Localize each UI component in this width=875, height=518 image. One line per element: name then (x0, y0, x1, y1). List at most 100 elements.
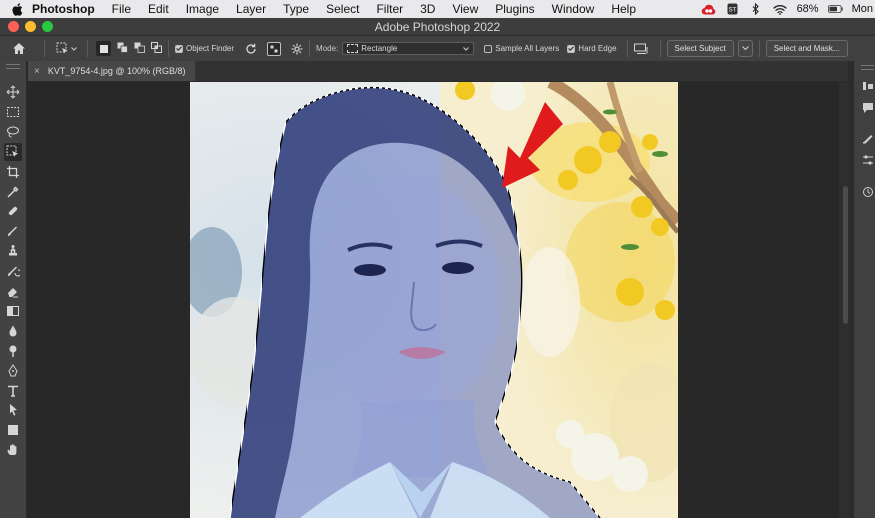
select-subject-button[interactable]: Select Subject (666, 40, 734, 57)
menu-3d[interactable]: 3D (420, 2, 435, 16)
minimize-window-button[interactable] (25, 21, 36, 32)
brush-settings-icon (862, 134, 872, 143)
hard-edge-checkbox[interactable] (567, 44, 576, 53)
object-selection-icon (6, 145, 18, 157)
menu-image[interactable]: Image (186, 2, 219, 16)
add-to-selection-button[interactable] (117, 42, 128, 55)
tool-move[interactable] (4, 83, 22, 101)
menubar-app-icon[interactable]: ST (725, 3, 740, 15)
menu-app-name[interactable]: Photoshop (32, 2, 95, 16)
battery-icon[interactable] (827, 3, 843, 15)
type-icon (8, 385, 18, 397)
refine-hair-icon (633, 43, 648, 54)
sample-all-layers-toggle[interactable]: Sample All Layers (484, 36, 559, 61)
object-finder-toggle[interactable]: Object Finder (175, 36, 234, 61)
show-all-objects-button[interactable] (267, 36, 282, 61)
sample-all-layers-checkbox[interactable] (484, 44, 493, 53)
tool-brush[interactable] (4, 222, 22, 240)
tool-preset-picker[interactable] (51, 36, 81, 61)
clone-stamp-icon (9, 245, 17, 256)
new-selection-button[interactable] (96, 41, 111, 56)
tool-healing[interactable] (4, 202, 22, 220)
battery-percent: 68% (796, 3, 819, 15)
toolbar-grip[interactable] (6, 64, 20, 69)
panel-grip[interactable] (861, 65, 874, 70)
additional-options-button[interactable] (291, 36, 303, 61)
refine-hair-button[interactable] (633, 36, 648, 61)
document-tab[interactable]: × KVT_9754-4.jpg @ 100% (RGB/8) (28, 61, 195, 81)
divider (168, 40, 169, 57)
comments-panel-button[interactable] (861, 101, 874, 114)
home-icon (13, 43, 25, 54)
menu-view[interactable]: View (452, 2, 478, 16)
tool-marquee[interactable] (4, 103, 22, 121)
wifi-icon[interactable] (773, 3, 788, 15)
object-finder-checkbox[interactable] (175, 44, 183, 53)
menu-layer[interactable]: Layer (236, 2, 266, 16)
tool-hand[interactable] (4, 441, 22, 459)
canvas-area[interactable] (27, 82, 849, 518)
adjustments-icon (862, 81, 873, 90)
creative-cloud-icon[interactable] (701, 3, 716, 15)
menubar-clock[interactable]: Mon (852, 3, 873, 15)
hard-edge-toggle[interactable]: Hard Edge (567, 36, 617, 61)
eraser-icon (8, 288, 18, 298)
mode-value: Rectangle (361, 44, 398, 53)
tool-lasso[interactable] (4, 123, 22, 141)
home-button[interactable] (0, 36, 38, 61)
scrollbar-thumb[interactable] (843, 186, 848, 324)
tool-blur[interactable] (4, 322, 22, 340)
menu-file[interactable]: File (112, 2, 131, 16)
tool-shape[interactable] (4, 421, 22, 439)
chevron-down-icon (741, 46, 749, 51)
gradient-icon (7, 305, 19, 316)
subtract-selection-icon (134, 42, 145, 53)
menu-select[interactable]: Select (326, 2, 359, 16)
document-image[interactable] (190, 82, 678, 518)
portrait-photo (190, 82, 678, 518)
tool-path-selection[interactable] (4, 401, 22, 419)
blur-icon (9, 325, 17, 337)
intersect-selection-icon (151, 42, 162, 53)
macos-menubar: Photoshop File Edit Image Layer Type Sel… (0, 0, 875, 18)
tool-eraser[interactable] (4, 282, 22, 300)
properties-panel-button[interactable] (861, 153, 874, 166)
tool-clone-stamp[interactable] (4, 242, 22, 260)
select-subject-options-button[interactable] (737, 40, 753, 57)
tool-history-brush[interactable] (4, 262, 22, 280)
menu-edit[interactable]: Edit (148, 2, 169, 16)
tool-crop[interactable] (4, 163, 22, 181)
menu-filter[interactable]: Filter (376, 2, 403, 16)
select-and-mask-button[interactable]: Select and Mask... (765, 40, 848, 57)
lasso-icon (7, 126, 19, 138)
close-window-button[interactable] (8, 21, 19, 32)
tool-type[interactable] (4, 382, 22, 400)
hand-icon (7, 444, 17, 456)
subtract-from-selection-button[interactable] (134, 42, 145, 55)
intersect-selection-button[interactable] (151, 42, 162, 55)
divider (626, 40, 628, 57)
tool-object-selection[interactable] (4, 142, 22, 161)
mode-select[interactable]: Rectangle (342, 42, 475, 55)
history-panel-button[interactable] (861, 185, 874, 198)
eyedropper-icon (7, 185, 19, 198)
menu-window[interactable]: Window (552, 2, 595, 16)
refresh-object-finder-button[interactable] (245, 36, 257, 61)
menu-plugins[interactable]: Plugins (495, 2, 534, 16)
close-tab-icon[interactable]: × (34, 66, 40, 77)
bluetooth-icon[interactable] (749, 3, 764, 15)
brush-settings-panel-button[interactable] (861, 131, 874, 144)
tool-dodge[interactable] (4, 342, 22, 360)
zoom-window-button[interactable] (42, 21, 53, 32)
mode-label: Mode: (316, 44, 339, 53)
new-selection-icon (99, 44, 108, 53)
menu-help[interactable]: Help (611, 2, 636, 16)
menu-type[interactable]: Type (283, 2, 309, 16)
select-and-mask-label: Select and Mask... (773, 44, 840, 53)
apple-icon[interactable] (10, 2, 24, 16)
adjustments-panel-button[interactable] (861, 79, 874, 92)
tool-eyedropper[interactable] (4, 183, 22, 201)
tool-pen[interactable] (4, 362, 22, 380)
document-tab-title: KVT_9754-4.jpg @ 100% (RGB/8) (47, 66, 186, 76)
tool-gradient[interactable] (4, 302, 22, 320)
